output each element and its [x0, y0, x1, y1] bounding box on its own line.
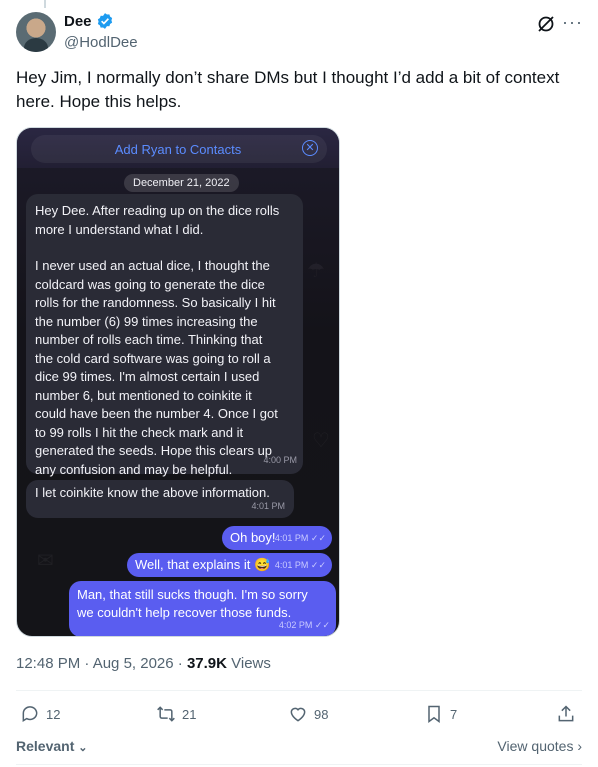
share-icon [558, 705, 574, 722]
message-line: could have been the number 4. Once I got [35, 406, 278, 421]
message-text: Oh boy! [230, 530, 276, 545]
message-line: the number (6) 99 times increasing the [35, 313, 258, 329]
view-quotes-label: View quotes [497, 738, 574, 754]
message-line: Hey Dee. After reading up on the dice ro… [35, 203, 280, 218]
view-quotes-link[interactable]: View quotes › [497, 738, 582, 754]
message-time: 4:01 PM ✓✓ [274, 533, 326, 543]
views-count: 37.9K [186, 655, 227, 672]
time-date[interactable]: 12:48 PM · Aug 5, 2026 · [16, 655, 187, 672]
divider [16, 690, 582, 691]
incoming-message: I let coinkite know the above informatio… [26, 480, 294, 518]
like-count: 98 [314, 706, 329, 722]
bookmark-button[interactable]: 7 [424, 704, 457, 724]
author-handle[interactable]: @HodlDee [64, 34, 138, 51]
message-time: 4:01 PM ✓✓ [274, 560, 326, 570]
incoming-message: Hey Dee. After reading up on the dice ro… [26, 194, 303, 477]
repost-button[interactable]: 21 [156, 704, 196, 724]
verified-badge-icon [97, 13, 112, 29]
message-text: Man, that still sucks though. I'm so sor… [77, 587, 308, 620]
grok-icon[interactable] [536, 14, 556, 34]
tweet-text: Hey Jim, I normally don’t share DMs but … [16, 68, 560, 111]
message-line: I never used an actual dice, I thought t… [35, 258, 270, 273]
outgoing-message: Oh boy! 4:01 PM ✓✓ [222, 526, 332, 550]
message-time: 4:02 PM ✓✓ [278, 620, 330, 630]
message-line: generated the seeds. Hope this clears up [35, 443, 273, 458]
add-contact-label: Add Ryan to Contacts [114, 142, 242, 157]
read-checkmarks-icon: ✓✓ [310, 533, 326, 543]
close-icon: ✕ [302, 140, 318, 156]
more-options-icon[interactable]: ··· [562, 12, 583, 33]
message-time: 4:00 PM [263, 454, 297, 465]
chat-header: Add Ryan to Contacts ✕ [17, 128, 339, 168]
outgoing-message: Man, that still sucks though. I'm so sor… [69, 581, 336, 636]
message-time: 4:01 PM [251, 500, 285, 511]
share-button[interactable] [556, 704, 576, 724]
chevron-right-icon: › [577, 738, 582, 754]
chevron-down-icon: ⌄ [78, 742, 88, 754]
sort-replies-dropdown[interactable]: Relevant ⌄ [16, 738, 87, 754]
reply-count: 12 [46, 706, 61, 722]
repost-count: 21 [182, 706, 197, 722]
bookmark-icon [428, 705, 440, 723]
message-line: to 99 rolls I hit the check mark and it [35, 424, 244, 440]
background-doodle-icon: ✉ [37, 550, 54, 572]
message-line: dice 99 times. I'm almost certain I used [35, 369, 260, 384]
read-checkmarks-icon: ✓✓ [310, 560, 326, 570]
action-bar: 12 21 98 7 [16, 704, 582, 728]
message-line: more I understand what I did. [35, 221, 204, 237]
message-text: I let coinkite know the above informatio… [35, 485, 270, 500]
divider [16, 764, 582, 765]
author-name-row[interactable]: Dee [64, 12, 114, 30]
date-chip: December 21, 2022 [124, 174, 239, 192]
heart-icon [290, 707, 306, 722]
message-line: number 6, but mentioned to coinkite it [35, 387, 252, 403]
thread-line [44, 0, 46, 8]
message-text: Well, that explains it 😅 [135, 557, 271, 572]
message-line: rolls for the randomness. So basically I… [35, 295, 276, 310]
bookmark-count: 7 [450, 706, 458, 722]
sort-label: Relevant [16, 738, 75, 754]
message-line: the cold card software was going to roll… [35, 350, 271, 366]
avatar[interactable] [16, 12, 56, 52]
tweet-media-image[interactable]: ✿ ☂ ♡ ✉ ☎ Add Ryan to Contacts ✕ Decembe… [16, 127, 340, 637]
reply-icon [22, 706, 38, 723]
views-label: Views [226, 655, 271, 672]
repost-icon [157, 706, 175, 722]
reply-button[interactable]: 12 [20, 704, 60, 724]
tweet-timestamp[interactable]: 12:48 PM · Aug 5, 2026 · 37.9K Views [16, 655, 271, 672]
author-name[interactable]: Dee [64, 13, 92, 30]
message-line: any confusion and may be helpful. [35, 461, 233, 477]
message-line: number of rolls each time. Thinking that [35, 332, 263, 347]
outgoing-message: Well, that explains it 😅 4:01 PM ✓✓ [127, 553, 332, 577]
message-line [35, 239, 294, 257]
like-button[interactable]: 98 [288, 704, 328, 724]
message-line: coldcard was going to generate the dice [35, 276, 265, 292]
background-doodle-icon: ♡ [312, 430, 330, 452]
background-doodle-icon: ☂ [307, 260, 325, 282]
read-checkmarks-icon: ✓✓ [314, 620, 330, 630]
